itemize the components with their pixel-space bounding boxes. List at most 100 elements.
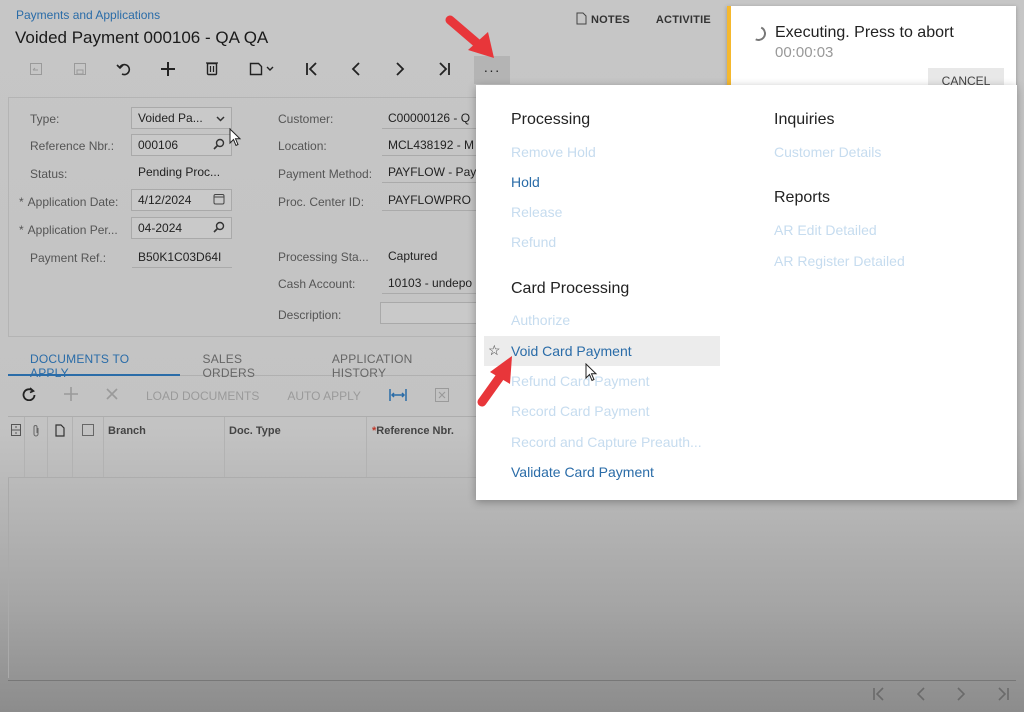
trash-icon xyxy=(206,60,218,81)
ellipsis-icon: ··· xyxy=(483,62,501,78)
cash-account-label: Cash Account: xyxy=(278,277,356,291)
undo-icon xyxy=(116,60,132,81)
last-record-button[interactable] xyxy=(422,56,466,84)
processing-status-value: Captured xyxy=(388,249,438,263)
processing-status-label: Processing Sta... xyxy=(278,250,369,264)
load-documents-button[interactable]: LOAD DOCUMENTS xyxy=(132,389,273,403)
fit-width-icon xyxy=(389,388,407,401)
menu-item-remove-hold[interactable]: Remove Hold xyxy=(484,137,720,167)
delete-button[interactable] xyxy=(190,56,234,84)
export-excel-button[interactable] xyxy=(421,387,463,405)
application-date-field[interactable]: 4/12/2024 xyxy=(131,189,232,211)
cash-account-field[interactable]: 10103 - undepo xyxy=(382,272,476,294)
description-label: Description: xyxy=(278,308,342,322)
add-row-button[interactable] xyxy=(50,386,92,406)
pager-next-button[interactable] xyxy=(956,687,966,706)
type-label: Type: xyxy=(30,112,60,126)
copy-paste-button[interactable] xyxy=(234,56,290,84)
tab-application-history[interactable]: APPLICATION HISTORY xyxy=(310,346,480,380)
plus-icon xyxy=(64,386,78,401)
menu-heading-processing: Processing xyxy=(511,111,591,128)
checkbox-icon xyxy=(82,424,94,436)
activities-link[interactable]: ACTIVITIE xyxy=(656,12,711,28)
refresh-icon xyxy=(22,386,36,401)
col-reference-nbr[interactable]: *Reference Nbr. xyxy=(367,417,482,477)
last-icon xyxy=(437,60,451,81)
breadcrumb[interactable]: Payments and Applications xyxy=(16,8,160,22)
col-files[interactable] xyxy=(8,417,25,477)
menu-item-void-card-payment[interactable]: ☆ Void Card Payment xyxy=(484,336,720,366)
last-icon xyxy=(998,687,1009,701)
calendar-icon[interactable] xyxy=(213,193,225,208)
more-actions-button[interactable]: ··· xyxy=(474,56,510,84)
executing-toast[interactable]: Executing. Press to abort 00:00:03 CANCE… xyxy=(727,6,1016,90)
notes-label: NOTES xyxy=(591,14,630,26)
grid-body xyxy=(8,478,9,678)
search-icon[interactable] xyxy=(213,138,225,153)
delete-row-button[interactable] xyxy=(92,387,132,405)
tab-bar: DOCUMENTS TO APPLY SALES ORDERS APPLICAT… xyxy=(8,346,480,380)
next-record-button[interactable] xyxy=(378,56,422,84)
menu-heading-reports: Reports xyxy=(774,189,831,206)
type-value: Voided Pa... xyxy=(138,111,203,125)
notes-link[interactable]: NOTES xyxy=(576,12,630,28)
search-icon[interactable] xyxy=(213,221,225,236)
type-select[interactable]: Voided Pa... xyxy=(131,107,232,129)
save-button[interactable] xyxy=(58,56,102,84)
page-title: Voided Payment 000106 - QA QA xyxy=(15,28,269,47)
col-notes[interactable] xyxy=(48,417,73,477)
pager-prev-button[interactable] xyxy=(916,687,926,706)
grid-footer-divider xyxy=(8,680,1016,681)
menu-item-ar-edit-detailed[interactable]: AR Edit Detailed xyxy=(748,215,984,245)
pager-last-button[interactable] xyxy=(996,687,1010,706)
col-doc-type[interactable]: Doc. Type xyxy=(225,417,367,477)
menu-item-release[interactable]: Release xyxy=(484,197,720,227)
reference-nbr-label: Reference Nbr.: xyxy=(30,139,115,153)
close-icon xyxy=(106,388,118,400)
col-branch[interactable]: Branch xyxy=(104,417,225,477)
application-period-field[interactable]: 04-2024 xyxy=(131,217,232,239)
location-label: Location: xyxy=(278,139,327,153)
application-date-label-text: Application Date: xyxy=(27,195,119,209)
status-label: Status: xyxy=(30,167,68,181)
menu-item-ar-register-detailed[interactable]: AR Register Detailed xyxy=(748,246,984,276)
customer-field[interactable]: C00000126 - Q xyxy=(382,107,476,129)
menu-item-authorize[interactable]: Authorize xyxy=(484,305,720,335)
menu-item-hold[interactable]: Hold xyxy=(484,167,720,197)
payment-ref-field[interactable]: B50K1C03D64I xyxy=(132,246,232,268)
auto-apply-button[interactable]: AUTO APPLY xyxy=(273,389,375,403)
menu-item-refund-card-payment[interactable]: Refund Card Payment xyxy=(484,366,720,396)
copy-icon xyxy=(249,60,275,81)
tab-documents-to-apply[interactable]: DOCUMENTS TO APPLY xyxy=(8,346,181,380)
undo-button[interactable] xyxy=(102,56,146,84)
col-select-all[interactable] xyxy=(73,417,104,477)
reference-nbr-field[interactable]: 000106 xyxy=(131,134,232,156)
tab-sales-orders[interactable]: SALES ORDERS xyxy=(180,346,309,380)
top-links: NOTES ACTIVITIE xyxy=(576,12,711,28)
proc-center-id-label: Proc. Center ID: xyxy=(278,195,365,209)
menu-heading-inquiries: Inquiries xyxy=(774,111,835,128)
required-marker: * xyxy=(19,195,24,209)
loading-spinner-icon xyxy=(748,23,769,44)
menu-item-validate-card-payment[interactable]: Validate Card Payment xyxy=(484,457,720,487)
menu-item-record-capture-preauth[interactable]: Record and Capture Preauth... xyxy=(484,427,720,457)
col-attachments[interactable] xyxy=(25,417,48,477)
menu-item-record-card-payment[interactable]: Record Card Payment xyxy=(484,396,720,426)
add-button[interactable] xyxy=(146,56,190,84)
pager-first-button[interactable] xyxy=(872,687,886,706)
fit-columns-button[interactable] xyxy=(375,388,421,405)
previous-record-button[interactable] xyxy=(334,56,378,84)
chevron-left-icon xyxy=(916,687,925,701)
first-record-button[interactable] xyxy=(290,56,334,84)
description-field[interactable] xyxy=(380,302,480,324)
menu-item-refund[interactable]: Refund xyxy=(484,227,720,257)
star-icon[interactable]: ☆ xyxy=(488,342,501,359)
proc-center-id-field[interactable]: PAYFLOWPRO xyxy=(382,189,476,211)
menu-item-customer-details[interactable]: Customer Details xyxy=(748,137,984,167)
refresh-button[interactable] xyxy=(8,386,50,406)
location-field[interactable]: MCL438192 - M xyxy=(382,134,476,156)
payment-method-field[interactable]: PAYFLOW - Pay xyxy=(382,161,476,183)
save-close-button[interactable] xyxy=(14,56,58,84)
chevron-right-icon xyxy=(957,687,966,701)
toast-message: Executing. Press to abort xyxy=(775,24,954,41)
